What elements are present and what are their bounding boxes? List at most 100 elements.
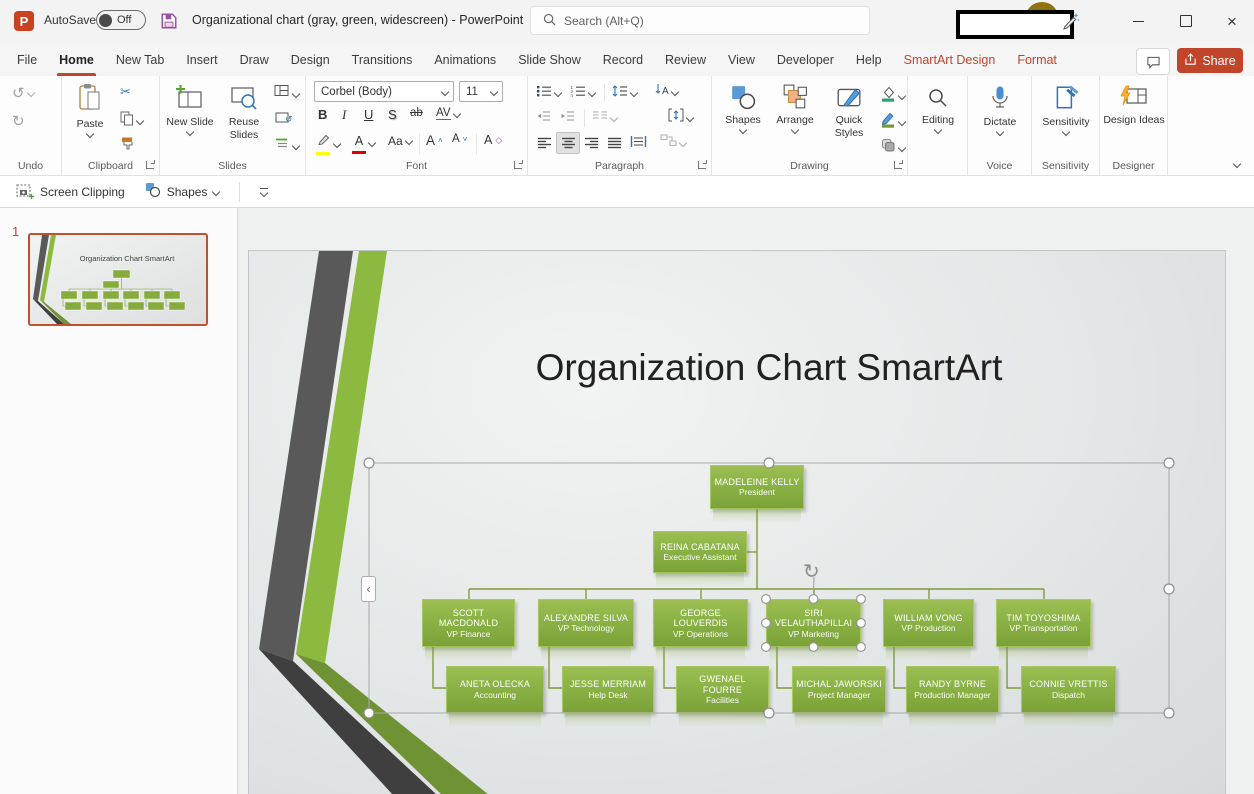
clear-formatting-button[interactable]: A ◇: [484, 133, 502, 147]
smartart-text-pane-toggle[interactable]: ‹: [361, 576, 376, 602]
font-dialog-launcher[interactable]: [514, 160, 523, 169]
tab-draw[interactable]: Draw: [229, 44, 280, 76]
org-node-madeleine-kelly[interactable]: MADELEINE KELLY President: [710, 465, 804, 523]
text-direction-button[interactable]: A: [654, 83, 680, 101]
org-node-tim-toyoshima[interactable]: TIM TOYOSHIMA VP Transportation: [996, 599, 1091, 661]
org-node-george-louverdis[interactable]: GEORGE LOUVERDIS VP Operations: [653, 599, 748, 661]
dictate-button[interactable]: Dictate: [975, 84, 1025, 137]
character-spacing-button[interactable]: AV: [436, 107, 461, 120]
increase-font-size-button[interactable]: A ˄: [426, 133, 443, 148]
italic-button[interactable]: I: [342, 107, 346, 123]
comments-button[interactable]: [1136, 48, 1170, 75]
tab-insert[interactable]: Insert: [175, 44, 228, 76]
tab-new-tab[interactable]: New Tab: [105, 44, 175, 76]
quick-styles-button[interactable]: Quick Styles: [822, 84, 876, 140]
align-left-button[interactable]: [533, 133, 555, 153]
clipboard-dialog-launcher[interactable]: [146, 160, 155, 169]
increase-indent-button[interactable]: [560, 109, 575, 127]
align-text-button[interactable]: [668, 108, 695, 127]
drawing-dialog-launcher[interactable]: [894, 160, 903, 169]
search-input[interactable]: Search (Alt+Q): [530, 6, 870, 35]
screen-clipping-button[interactable]: Screen Clipping: [10, 179, 131, 205]
sensitivity-button[interactable]: Sensitivity: [1034, 84, 1098, 137]
save-icon[interactable]: [160, 12, 178, 30]
text-shadow-button[interactable]: S: [388, 107, 397, 122]
distribute-columns-button[interactable]: [630, 135, 647, 153]
arrange-button[interactable]: Arrange: [770, 84, 820, 135]
slide-editing-surface[interactable]: Organization Chart SmartArt MADELEINE KE…: [248, 250, 1226, 794]
font-size-combo[interactable]: 11: [459, 81, 503, 102]
maximize-button[interactable]: [1170, 6, 1202, 36]
org-node-aneta-olecka[interactable]: ANETA OLECKA Accounting: [446, 666, 544, 727]
shape-outline-button[interactable]: [880, 111, 907, 133]
shape-fill-button[interactable]: [880, 85, 907, 107]
tab-help[interactable]: Help: [845, 44, 893, 76]
powerpoint-app-icon[interactable]: P: [14, 11, 34, 31]
copy-button[interactable]: [120, 111, 145, 131]
paste-button[interactable]: Paste: [68, 82, 112, 139]
tab-smartart-design[interactable]: SmartArt Design: [893, 44, 1007, 76]
org-node-alexandre-silva[interactable]: ALEXANDRE SILVA VP Technology: [538, 599, 634, 661]
tab-view[interactable]: View: [717, 44, 766, 76]
new-slide-button[interactable]: New Slide: [164, 84, 216, 137]
slide-thumbnail-1[interactable]: Organization Chart SmartArt: [28, 233, 208, 326]
format-painter-button[interactable]: [120, 136, 134, 156]
line-spacing-button[interactable]: [612, 84, 639, 102]
reuse-slides-button[interactable]: Reuse Slides: [218, 84, 270, 142]
org-node-william-vong[interactable]: WILLIAM VONG VP Production: [883, 599, 974, 661]
share-button[interactable]: Share: [1177, 48, 1243, 73]
tab-animations[interactable]: Animations: [423, 44, 507, 76]
org-node-gwenael-fourre[interactable]: GWENAEL FOURRE Facilities: [676, 666, 769, 727]
shapes-quick-button[interactable]: Shapes: [139, 179, 226, 204]
org-node-siri-velauthapillai[interactable]: SIRI VELAUTHAPILLAI VP Marketing: [766, 599, 861, 661]
tab-slide-show[interactable]: Slide Show: [507, 44, 592, 76]
shapes-button[interactable]: Shapes: [718, 84, 768, 135]
font-name-combo[interactable]: Corbel (Body): [314, 81, 454, 102]
paragraph-dialog-launcher[interactable]: [698, 160, 707, 169]
tab-developer[interactable]: Developer: [766, 44, 845, 76]
org-node-jesse-merriam[interactable]: JESSE MERRIAM Help Desk: [562, 666, 654, 727]
cut-button[interactable]: ✂: [120, 85, 131, 100]
convert-to-smartart-button[interactable]: [660, 134, 688, 152]
justify-button[interactable]: [603, 133, 625, 153]
tab-format[interactable]: Format: [1006, 44, 1068, 76]
org-node-randy-byrne[interactable]: RANDY BYRNE Production Manager: [906, 666, 999, 727]
columns-button[interactable]: [592, 109, 619, 127]
shape-effects-button[interactable]: [880, 137, 907, 158]
align-center-button[interactable]: [556, 132, 580, 154]
undo-button[interactable]: ↺: [12, 84, 35, 102]
toolbar-overflow-button[interactable]: [254, 185, 274, 199]
align-right-button[interactable]: [580, 133, 602, 153]
editing-button[interactable]: Editing: [913, 86, 963, 135]
redo-button[interactable]: ↻: [12, 112, 25, 130]
bullets-button[interactable]: [536, 84, 563, 102]
org-node-michal-jaworski[interactable]: MICHAL JAWORSKI Project Manager: [792, 666, 886, 727]
org-node-reina-cabatana[interactable]: REINA CABATANA Executive Assistant: [653, 531, 747, 587]
autosave-toggle[interactable]: Off: [96, 10, 146, 30]
underline-button[interactable]: U: [364, 107, 373, 122]
tab-review[interactable]: Review: [654, 44, 717, 76]
tab-file[interactable]: File: [6, 44, 48, 76]
decrease-indent-button[interactable]: [536, 109, 551, 127]
text-highlight-button[interactable]: [316, 133, 342, 155]
tab-record[interactable]: Record: [592, 44, 654, 76]
tab-home[interactable]: Home: [48, 44, 105, 76]
decrease-font-size-button[interactable]: A ˅: [452, 133, 467, 145]
minimize-button[interactable]: [1122, 6, 1154, 36]
design-ideas-button[interactable]: Design Ideas: [1102, 84, 1166, 127]
tab-design[interactable]: Design: [280, 44, 341, 76]
collapse-ribbon-icon[interactable]: [1232, 159, 1242, 169]
numbering-button[interactable]: 123: [570, 84, 597, 102]
org-node-connie-vrettis[interactable]: CONNIE VRETTIS Dispatch: [1021, 666, 1116, 727]
change-case-button[interactable]: Aa: [388, 134, 413, 148]
layout-button[interactable]: [274, 84, 301, 103]
reset-button[interactable]: ↺: [274, 110, 293, 129]
close-button[interactable]: ×: [1216, 6, 1248, 36]
strikethrough-button[interactable]: ab: [410, 107, 423, 119]
section-button[interactable]: [274, 136, 301, 155]
font-color-button[interactable]: A: [352, 132, 377, 154]
pen-sparkle-icon[interactable]: [1054, 6, 1086, 36]
tab-transitions[interactable]: Transitions: [341, 44, 424, 76]
bold-button[interactable]: B: [318, 107, 327, 122]
org-node-scott-macdonald[interactable]: SCOTT MACDONALD VP Finance: [422, 599, 515, 661]
